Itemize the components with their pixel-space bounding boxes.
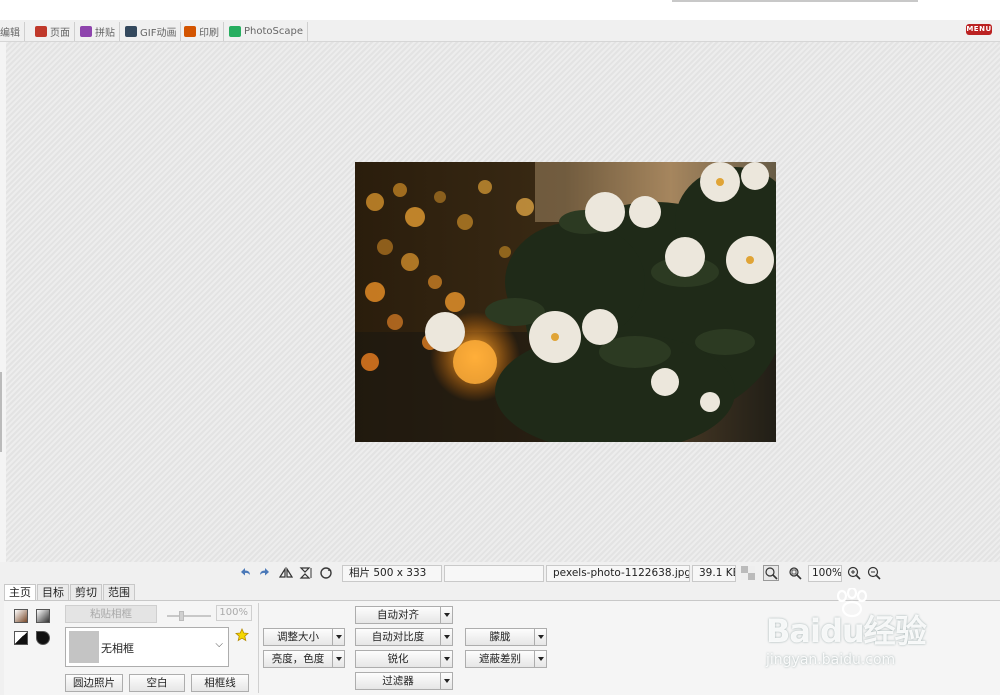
favorite-star-icon[interactable] <box>235 628 249 642</box>
tab-photoscape-label: PhotoScape <box>244 26 303 37</box>
flip-vertical-icon[interactable] <box>298 565 314 581</box>
frame-select-dropdown[interactable]: 无相框 ⌵ <box>65 627 229 667</box>
brightness-color-button[interactable]: 亮度，色度 <box>263 650 333 668</box>
combine-icon <box>80 26 92 37</box>
photo-size-field: 相片 500 x 333 <box>342 565 442 582</box>
separator <box>258 603 259 693</box>
undo-icon[interactable] <box>237 565 253 581</box>
frame-select-label: 无相框 <box>101 642 134 655</box>
status-message-field <box>444 565 544 582</box>
redo-icon[interactable] <box>257 565 273 581</box>
filter-button[interactable]: 过滤器 <box>355 672 441 690</box>
menu-button[interactable]: MENU <box>966 24 992 35</box>
gradient-icon[interactable] <box>36 609 50 623</box>
print-icon <box>184 26 196 37</box>
frame-color-icon[interactable] <box>14 609 28 623</box>
photo-render <box>355 162 776 442</box>
backlight-dropdown-arrow[interactable] <box>534 650 547 668</box>
round-photo-button[interactable]: 圆边照片 <box>65 674 123 692</box>
zoom-out-icon[interactable] <box>866 565 882 581</box>
tab-home[interactable]: 主页 <box>4 584 36 601</box>
tab-combine-label: 拼贴 <box>95 28 115 39</box>
zoom-in-icon[interactable] <box>846 565 862 581</box>
top-strip <box>0 0 1000 20</box>
transparency-icon[interactable] <box>740 565 756 581</box>
tab-region[interactable]: 范围 <box>103 584 135 601</box>
tab-crop[interactable]: 剪切 <box>70 584 102 601</box>
resize-dropdown-arrow[interactable] <box>332 628 345 646</box>
tab-page-label: 页面 <box>50 28 70 39</box>
slider-track <box>167 615 211 617</box>
actual-size-icon[interactable] <box>763 565 779 581</box>
photoscape-icon <box>229 26 241 37</box>
tab-object[interactable]: 目标 <box>37 584 69 601</box>
auto-contrast-button[interactable]: 自动对比度 <box>355 628 441 646</box>
main-tab-bar: 编辑 页面 拼贴 GIF动画 印刷 PhotoScape MENU <box>0 20 1000 42</box>
left-edge-grip[interactable] <box>0 372 2 452</box>
sharpen-button[interactable]: 锐化 <box>355 650 441 668</box>
photo-image <box>355 162 776 442</box>
frame-thumbnail <box>69 631 99 663</box>
tab-page[interactable]: 页面 <box>31 22 75 41</box>
page-icon <box>35 26 47 37</box>
flip-horizontal-icon[interactable] <box>278 565 294 581</box>
bloom-button[interactable]: 朦胧 <box>465 628 535 646</box>
floating-bar <box>672 0 918 2</box>
resize-button[interactable]: 调整大小 <box>263 628 333 646</box>
auto-align-dropdown-arrow[interactable] <box>440 606 453 624</box>
filter-dropdown-arrow[interactable] <box>440 672 453 690</box>
status-toolbar: 相片 500 x 333 pexels-photo-1122638.jpg 39… <box>0 562 1000 584</box>
tab-print[interactable]: 印刷 <box>180 22 224 41</box>
filename-field: pexels-photo-1122638.jpg <box>546 565 690 582</box>
tab-photoscape[interactable]: PhotoScape <box>225 22 308 41</box>
backlight-correction-button[interactable]: 遮蔽差别 <box>465 650 535 668</box>
gif-animation-icon <box>125 26 137 37</box>
tab-edit[interactable]: 编辑 <box>0 22 25 41</box>
auto-contrast-dropdown-arrow[interactable] <box>440 628 453 646</box>
frame-opacity-slider[interactable] <box>167 611 211 621</box>
home-panel: 粘贴相框 100% 无相框 ⌵ 圆边照片 空白 相框线 调整大小 亮度，色度 自… <box>4 600 1000 695</box>
tab-print-label: 印刷 <box>199 28 219 39</box>
frame-line-button[interactable]: 相框线 <box>191 674 249 692</box>
tab-edit-label: 编辑 <box>0 28 20 39</box>
tab-gif-label: GIF动画 <box>140 28 177 39</box>
bottom-tabs: 主页 目标 剪切 范围 <box>4 584 136 601</box>
bloom-dropdown-arrow[interactable] <box>534 628 547 646</box>
rotate-icon[interactable] <box>318 565 334 581</box>
sharpen-dropdown-arrow[interactable] <box>440 650 453 668</box>
contrast-icon[interactable] <box>14 631 28 645</box>
invert-icon[interactable] <box>36 631 50 645</box>
filesize-field: 39.1 KB <box>692 565 736 582</box>
frame-opacity-percent[interactable]: 100% <box>216 605 252 621</box>
blank-button[interactable]: 空白 <box>129 674 185 692</box>
tab-gif[interactable]: GIF动画 <box>121 22 182 41</box>
zoom-level: 100% <box>808 565 842 582</box>
bottom-panel: 主页 目标 剪切 范围 粘贴相框 100% 无相框 ⌵ 圆边照片 空白 相框线 … <box>0 584 1000 695</box>
fit-window-icon[interactable] <box>787 565 803 581</box>
slider-knob[interactable] <box>179 611 184 621</box>
paste-frame-button[interactable]: 粘贴相框 <box>65 605 157 623</box>
brightness-dropdown-arrow[interactable] <box>332 650 345 668</box>
auto-align-button[interactable]: 自动对齐 <box>355 606 441 624</box>
chevron-down-icon: ⌵ <box>215 639 223 650</box>
tab-combine[interactable]: 拼贴 <box>76 22 120 41</box>
